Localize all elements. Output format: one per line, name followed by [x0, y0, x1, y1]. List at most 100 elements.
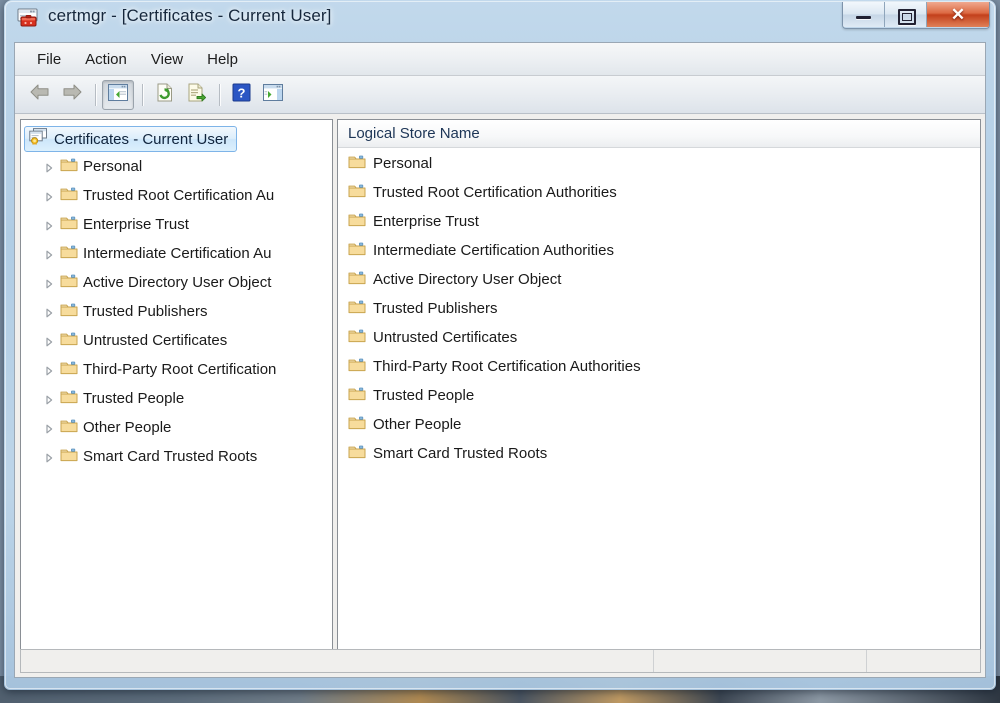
folder-icon — [348, 299, 366, 319]
list-item[interactable]: Trusted People — [338, 381, 980, 410]
list-body: Personal Trusted Root Certification Auth… — [338, 149, 980, 651]
list-item[interactable]: Third-Party Root Certification Authoriti… — [338, 352, 980, 381]
restore-icon — [898, 9, 916, 25]
chevron-right-icon[interactable] — [43, 161, 55, 173]
tree-root-label: Certificates - Current User — [54, 130, 229, 148]
tree-node[interactable]: Trusted Root Certification Au — [21, 181, 332, 210]
list-item-label: Active Directory User Object — [373, 271, 562, 288]
folder-icon — [348, 357, 366, 377]
svg-text:?: ? — [237, 85, 245, 100]
tree-node[interactable]: Intermediate Certification Au — [21, 239, 332, 268]
chevron-right-icon[interactable] — [43, 277, 55, 289]
tree-node-label: Untrusted Certificates — [83, 332, 228, 349]
status-segment-secondary — [654, 650, 867, 672]
folder-icon — [60, 447, 78, 467]
list-item[interactable]: Other People — [338, 410, 980, 439]
tree-node[interactable]: Personal — [21, 152, 332, 181]
folder-icon — [348, 154, 366, 174]
show-hide-tree-button[interactable] — [102, 79, 134, 110]
list-item[interactable]: Trusted Publishers — [338, 294, 980, 323]
toolbar: ? — [15, 76, 985, 114]
tree-node-certificates-current-user[interactable]: Certificates - Current User — [24, 126, 238, 152]
list-item-label: Other People — [373, 416, 462, 433]
show-hide-tree-icon — [108, 83, 128, 106]
menu-action[interactable]: Action — [73, 47, 139, 72]
tree-node-label: Trusted Root Certification Au — [83, 187, 275, 204]
forward-button[interactable] — [57, 81, 87, 109]
chevron-right-icon[interactable] — [43, 364, 55, 376]
folder-icon — [60, 244, 78, 264]
certmgr-window: certmgr - [Certificates - Current User] … — [4, 0, 996, 690]
chevron-right-icon[interactable] — [43, 451, 55, 463]
list-item[interactable]: Trusted Root Certification Authorities — [338, 178, 980, 207]
status-segment-tertiary — [867, 650, 980, 672]
list-item[interactable]: Personal — [338, 149, 980, 178]
tree-node[interactable]: Trusted Publishers — [21, 297, 332, 326]
chevron-right-icon[interactable] — [43, 248, 55, 260]
chevron-right-icon[interactable] — [43, 335, 55, 347]
menu-file[interactable]: File — [25, 47, 73, 72]
window-controls: ✕ — [842, 2, 990, 29]
list-item[interactable]: Enterprise Trust — [338, 207, 980, 236]
tree-node-label: Smart Card Trusted Roots — [83, 448, 258, 465]
show-hide-action-pane-button[interactable] — [258, 81, 288, 109]
close-icon: ✕ — [950, 5, 966, 24]
list-item-label: Personal — [373, 155, 433, 172]
restore-button[interactable] — [885, 2, 927, 27]
list-item[interactable]: Smart Card Trusted Roots — [338, 439, 980, 468]
folder-icon — [348, 270, 366, 290]
tree-node-label: Personal — [83, 158, 143, 175]
help-button[interactable]: ? — [226, 81, 256, 109]
console-tree-pane[interactable]: Certificates - Current User Personal Tru… — [20, 119, 333, 670]
folder-icon — [60, 302, 78, 322]
tree-node[interactable]: Smart Card Trusted Roots — [21, 442, 332, 471]
help-icon: ? — [232, 83, 251, 107]
chevron-right-icon[interactable] — [43, 190, 55, 202]
chevron-right-icon[interactable] — [43, 219, 55, 231]
list-item[interactable]: Active Directory User Object — [338, 265, 980, 294]
folder-icon — [60, 331, 78, 351]
export-list-button[interactable] — [181, 81, 211, 109]
list-item-label: Enterprise Trust — [373, 213, 479, 230]
tree-node[interactable]: Active Directory User Object — [21, 268, 332, 297]
refresh-button[interactable] — [149, 81, 179, 109]
tree-node-label: Active Directory User Object — [83, 274, 272, 291]
tree-node[interactable]: Enterprise Trust — [21, 210, 332, 239]
folder-icon — [60, 418, 78, 438]
menu-view[interactable]: View — [139, 47, 195, 72]
chevron-right-icon[interactable] — [43, 422, 55, 434]
list-item[interactable]: Untrusted Certificates — [338, 323, 980, 352]
minimize-icon — [856, 16, 871, 19]
close-button[interactable]: ✕ — [927, 2, 989, 27]
tree-node[interactable]: Trusted People — [21, 384, 332, 413]
folder-icon — [348, 386, 366, 406]
status-bar — [20, 649, 981, 673]
chevron-right-icon[interactable] — [43, 306, 55, 318]
list-item-label: Smart Card Trusted Roots — [373, 445, 548, 462]
status-segment-main — [21, 650, 654, 672]
tree-node[interactable]: Third-Party Root Certification — [21, 355, 332, 384]
list-item[interactable]: Intermediate Certification Authorities — [338, 236, 980, 265]
certmgr-icon — [17, 8, 39, 28]
list-column-header[interactable]: Logical Store Name — [338, 120, 980, 148]
tree-node-label: Third-Party Root Certification — [83, 361, 277, 378]
export-list-icon — [187, 83, 206, 107]
menu-bar: File Action View Help — [15, 43, 985, 76]
tree-node[interactable]: Other People — [21, 413, 332, 442]
minimize-button[interactable] — [843, 2, 885, 27]
folder-icon — [348, 415, 366, 435]
folder-icon — [60, 389, 78, 409]
back-button[interactable] — [25, 81, 55, 109]
chevron-right-icon[interactable] — [43, 393, 55, 405]
results-list-pane[interactable]: Logical Store Name Personal Trusted Root… — [337, 119, 981, 670]
tree-node-label: Other People — [83, 419, 172, 436]
folder-icon — [60, 186, 78, 206]
show-hide-action-pane-icon — [263, 83, 283, 106]
tree-node-label: Trusted Publishers — [83, 303, 208, 320]
folder-icon — [60, 157, 78, 177]
tree-node[interactable]: Untrusted Certificates — [21, 326, 332, 355]
menu-help[interactable]: Help — [195, 47, 250, 72]
list-item-label: Untrusted Certificates — [373, 329, 518, 346]
folder-icon — [348, 444, 366, 464]
column-logical-store-name[interactable]: Logical Store Name — [338, 125, 480, 142]
